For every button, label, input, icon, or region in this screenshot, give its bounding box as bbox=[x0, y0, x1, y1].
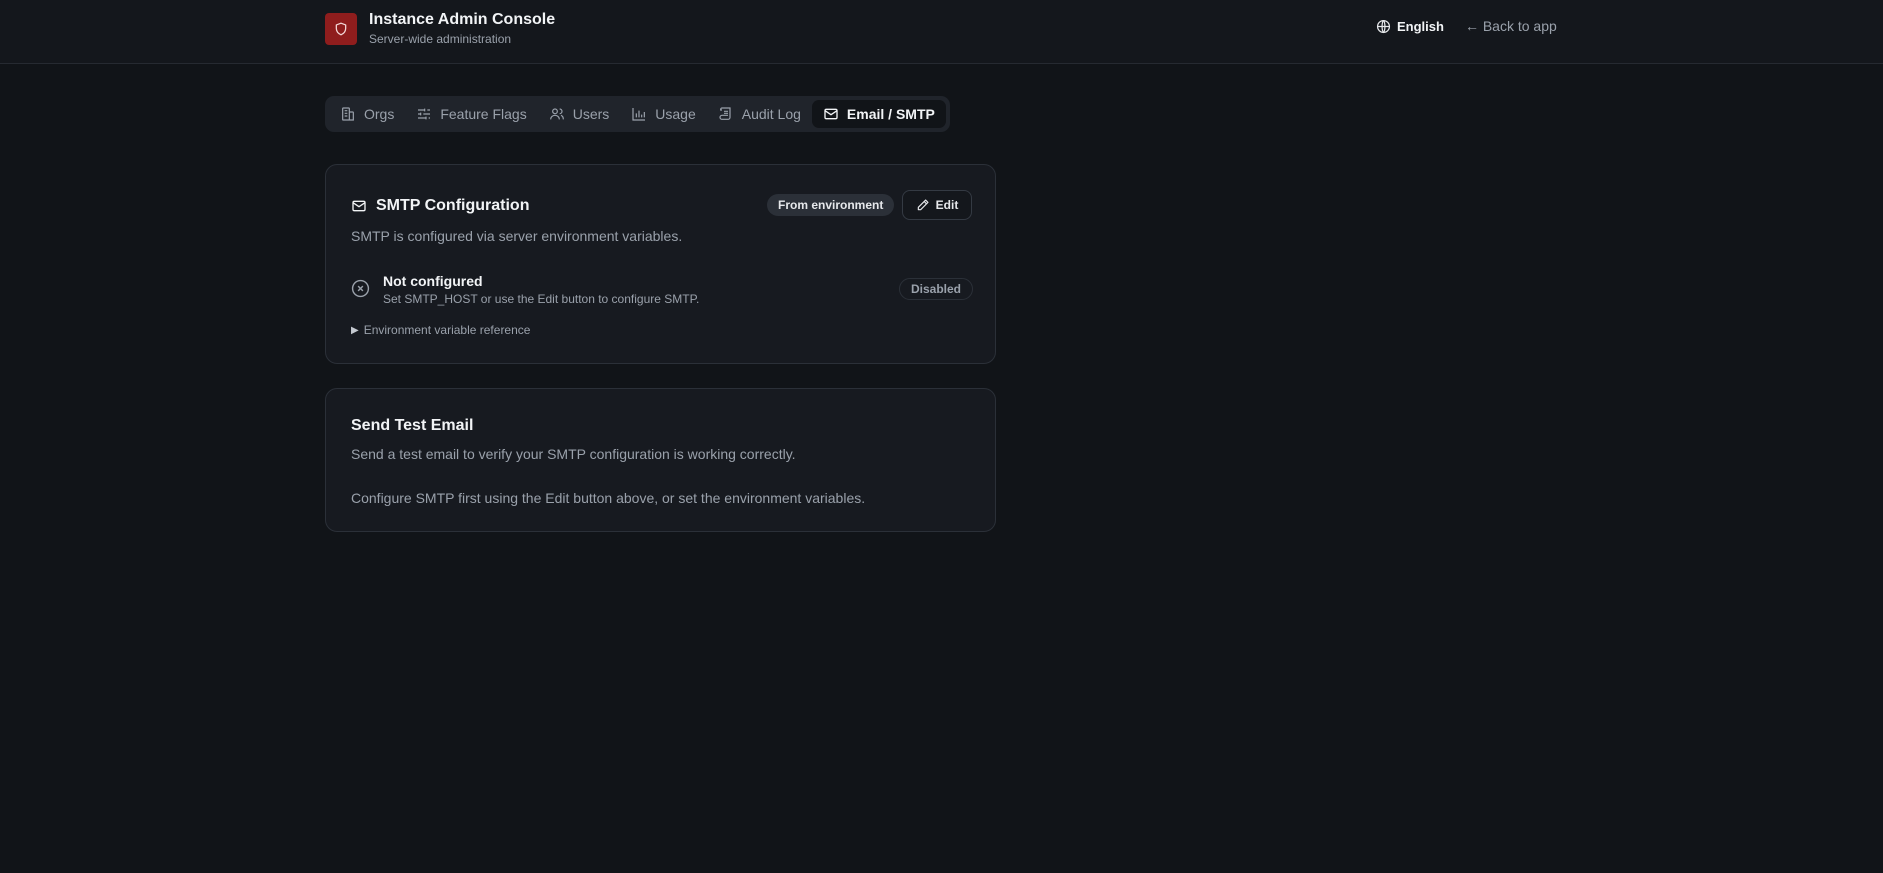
tab-orgs-label: Orgs bbox=[364, 106, 395, 122]
users-icon bbox=[549, 108, 564, 120]
globe-icon bbox=[1376, 19, 1391, 33]
tab-feature-flags-label: Feature Flags bbox=[440, 106, 527, 122]
building-icon bbox=[342, 107, 354, 121]
mail-icon bbox=[352, 200, 366, 212]
sliders-icon bbox=[418, 108, 431, 120]
tab-orgs[interactable]: Orgs bbox=[329, 100, 405, 128]
tab-usage-label: Usage bbox=[655, 106, 696, 122]
edit-button[interactable]: Edit bbox=[902, 190, 972, 220]
tab-audit-log-label: Audit Log bbox=[741, 106, 801, 122]
test-card-notice: Configure SMTP first using the Edit butt… bbox=[351, 490, 866, 506]
language-label: English bbox=[1397, 18, 1444, 34]
test-card-title: Send Test Email bbox=[351, 417, 474, 434]
brand: Instance Admin Console Server-wide admin… bbox=[325, 11, 555, 46]
send-test-email-card: Send Test Email Send a test email to ver… bbox=[325, 388, 996, 532]
tab-feature-flags[interactable]: Feature Flags bbox=[405, 100, 537, 128]
status-badge: Disabled bbox=[899, 278, 974, 300]
brand-logo bbox=[325, 12, 357, 45]
back-to-app-link[interactable]: ← Back to app bbox=[1465, 18, 1557, 34]
x-circle-icon bbox=[351, 279, 370, 298]
tab-email-smtp-label: Email / SMTP bbox=[846, 106, 935, 122]
env-reference-toggle[interactable]: ▶ Environment variable reference bbox=[351, 323, 530, 337]
tab-users-label: Users bbox=[572, 106, 610, 122]
tab-audit-log[interactable]: Audit Log bbox=[707, 100, 812, 128]
tab-email-smtp[interactable]: Email / SMTP bbox=[811, 100, 946, 128]
language-selector[interactable]: English bbox=[1376, 19, 1444, 34]
edit-button-label: Edit bbox=[935, 198, 959, 212]
scroll-icon bbox=[719, 107, 731, 120]
pencil-icon bbox=[917, 199, 929, 211]
source-badge: From environment bbox=[767, 194, 895, 216]
app-subtitle: Server-wide administration bbox=[369, 32, 512, 46]
mail-icon bbox=[824, 108, 838, 120]
smtp-card-title: SMTP Configuration bbox=[376, 197, 530, 214]
smtp-description: SMTP is configured via server environmen… bbox=[351, 228, 683, 244]
test-card-description: Send a test email to verify your SMTP co… bbox=[351, 446, 796, 462]
smtp-configuration-card: SMTP Configuration From environment Edit… bbox=[325, 164, 996, 364]
status-hint: Set SMTP_HOST or use the Edit button to … bbox=[383, 292, 700, 306]
top-bar: Instance Admin Console Server-wide admin… bbox=[0, 0, 1883, 64]
status-title: Not configured bbox=[383, 273, 483, 289]
bar-chart-icon bbox=[632, 108, 646, 121]
env-reference-label: Environment variable reference bbox=[363, 323, 531, 337]
app-title: Instance Admin Console bbox=[369, 11, 556, 28]
triangle-right-icon: ▶ bbox=[351, 324, 359, 336]
tab-usage[interactable]: Usage bbox=[620, 100, 706, 128]
shield-icon bbox=[335, 22, 347, 35]
smtp-status: Not configured Set SMTP_HOST or use the … bbox=[351, 273, 699, 306]
admin-tabs: Orgs Feature Flags Users Usage Audit Log… bbox=[325, 96, 950, 132]
tab-users[interactable]: Users bbox=[538, 100, 621, 128]
